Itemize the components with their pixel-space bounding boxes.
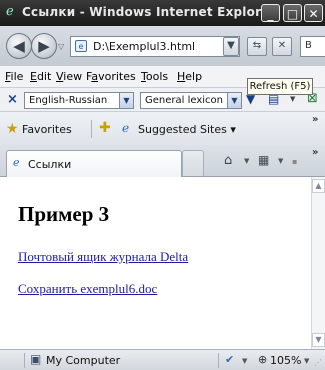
- ie-logo-icon: ℯ: [6, 4, 14, 19]
- maximize-button[interactable]: □: [283, 4, 302, 22]
- page-content: Пример 3 Почтовый ящик журнала Delta Сох…: [0, 177, 311, 349]
- dictionary-select[interactable]: General lexicon ▼: [140, 92, 242, 109]
- divider: [91, 120, 92, 138]
- vertical-scrollbar[interactable]: ▲ ▼: [311, 177, 325, 349]
- stop-icon: ✕: [277, 40, 287, 51]
- title-bar[interactable]: ℯ Ссылки - Windows Internet Explorer _ □…: [0, 0, 325, 26]
- star-icon: ★: [6, 121, 19, 137]
- zoom-icon[interactable]: ⊕: [258, 353, 267, 366]
- chevron-down-icon: ▼: [227, 93, 241, 108]
- link-save-doc[interactable]: Сохранить exemplul6.doc: [18, 281, 157, 297]
- security-zone[interactable]: My Computer: [46, 354, 120, 367]
- divider: [24, 353, 25, 368]
- more-chevron-icon[interactable]: »: [312, 114, 318, 125]
- add-to-favorites-icon[interactable]: ✚: [99, 120, 111, 136]
- forward-arrow-icon: ▶: [38, 37, 50, 55]
- menu-edit[interactable]: Edit: [30, 70, 51, 83]
- favorites-button[interactable]: Favorites: [22, 123, 72, 136]
- protected-mode-icon[interactable]: ✔: [225, 353, 234, 366]
- back-arrow-icon: ◀: [13, 37, 25, 55]
- ie-page-icon: ℯ: [122, 121, 130, 135]
- computer-icon: ▣: [30, 352, 42, 366]
- more-chevron-icon[interactable]: »: [312, 147, 318, 158]
- zoom-level[interactable]: 105%: [270, 354, 301, 367]
- tab-row: ℯ Ссылки ⌂ ▼ ▦ ▼ ▪ »: [0, 145, 325, 177]
- menu-help[interactable]: Help: [177, 70, 202, 83]
- home-icon[interactable]: ⌂: [224, 153, 232, 168]
- chevron-down-icon[interactable]: ▼: [242, 357, 247, 365]
- search-input[interactable]: B: [300, 36, 325, 57]
- page-heading: Пример 3: [18, 202, 110, 226]
- recent-pages-dropdown-icon[interactable]: ▽: [58, 42, 64, 51]
- scroll-down-arrow[interactable]: ▼: [312, 333, 325, 347]
- window-title: Ссылки - Windows Internet Explorer: [22, 5, 276, 19]
- chevron-down-icon: ▼: [227, 40, 235, 51]
- status-bar: ▣ My Computer ✔ ▼ ⊕ 105% ▼ ⋰: [0, 349, 325, 370]
- language-pair-value: English-Russian: [29, 95, 108, 106]
- menu-view[interactable]: View: [56, 70, 82, 83]
- ie-page-icon: ℯ: [13, 156, 20, 169]
- address-dropdown-button[interactable]: ▼: [223, 37, 239, 56]
- suggested-sites-button[interactable]: Suggested Sites ▾: [138, 123, 236, 136]
- navigation-bar: ◀ ▶ ▽ e D:\Exemplul3.html ▼ ⇆ ✕ B: [0, 26, 325, 66]
- close-icon[interactable]: ×: [7, 92, 18, 107]
- back-button[interactable]: ◀: [6, 33, 32, 59]
- address-field[interactable]: e D:\Exemplul3.html: [70, 36, 240, 57]
- new-tab-button[interactable]: [182, 150, 204, 176]
- chevron-down-icon[interactable]: ▼: [278, 157, 283, 165]
- stop-button[interactable]: ✕: [272, 37, 292, 56]
- menu-favorites[interactable]: Favorites: [86, 70, 136, 83]
- close-button[interactable]: ✕: [304, 4, 323, 22]
- refresh-icon: ⇆: [252, 40, 262, 51]
- print-icon[interactable]: ▪: [292, 157, 297, 166]
- menu-tools[interactable]: Tools: [141, 70, 168, 83]
- language-pair-select[interactable]: English-Russian ▼: [24, 92, 134, 109]
- favorites-bar: ★ Favorites ✚ ℯ Suggested Sites ▾ »: [0, 112, 325, 145]
- refresh-button[interactable]: ⇆: [247, 37, 267, 56]
- address-text[interactable]: D:\Exemplul3.html: [93, 40, 195, 53]
- tab-label: Ссылки: [28, 158, 72, 171]
- page-icon: e: [75, 40, 87, 52]
- minimize-button[interactable]: _: [261, 4, 280, 22]
- rss-feed-icon[interactable]: ▦: [258, 153, 269, 167]
- forward-button[interactable]: ▶: [31, 33, 57, 59]
- chevron-down-icon[interactable]: ▼: [290, 95, 295, 103]
- dictionary-value: General lexicon: [145, 95, 223, 106]
- tab-active[interactable]: ℯ Ссылки: [6, 150, 182, 177]
- chevron-down-icon[interactable]: ▼: [244, 157, 249, 165]
- resize-grip[interactable]: ⋰: [314, 358, 322, 367]
- refresh-tooltip: Refresh (F5): [247, 78, 313, 95]
- divider: [218, 353, 219, 368]
- menu-file[interactable]: File: [5, 70, 23, 83]
- search-input-text: B: [305, 40, 312, 51]
- link-delta-mailbox[interactable]: Почтовый ящик журнала Delta: [18, 249, 188, 265]
- chevron-down-icon: ▼: [119, 93, 133, 108]
- chevron-down-icon[interactable]: ▼: [304, 357, 309, 365]
- scroll-up-arrow[interactable]: ▲: [312, 179, 325, 193]
